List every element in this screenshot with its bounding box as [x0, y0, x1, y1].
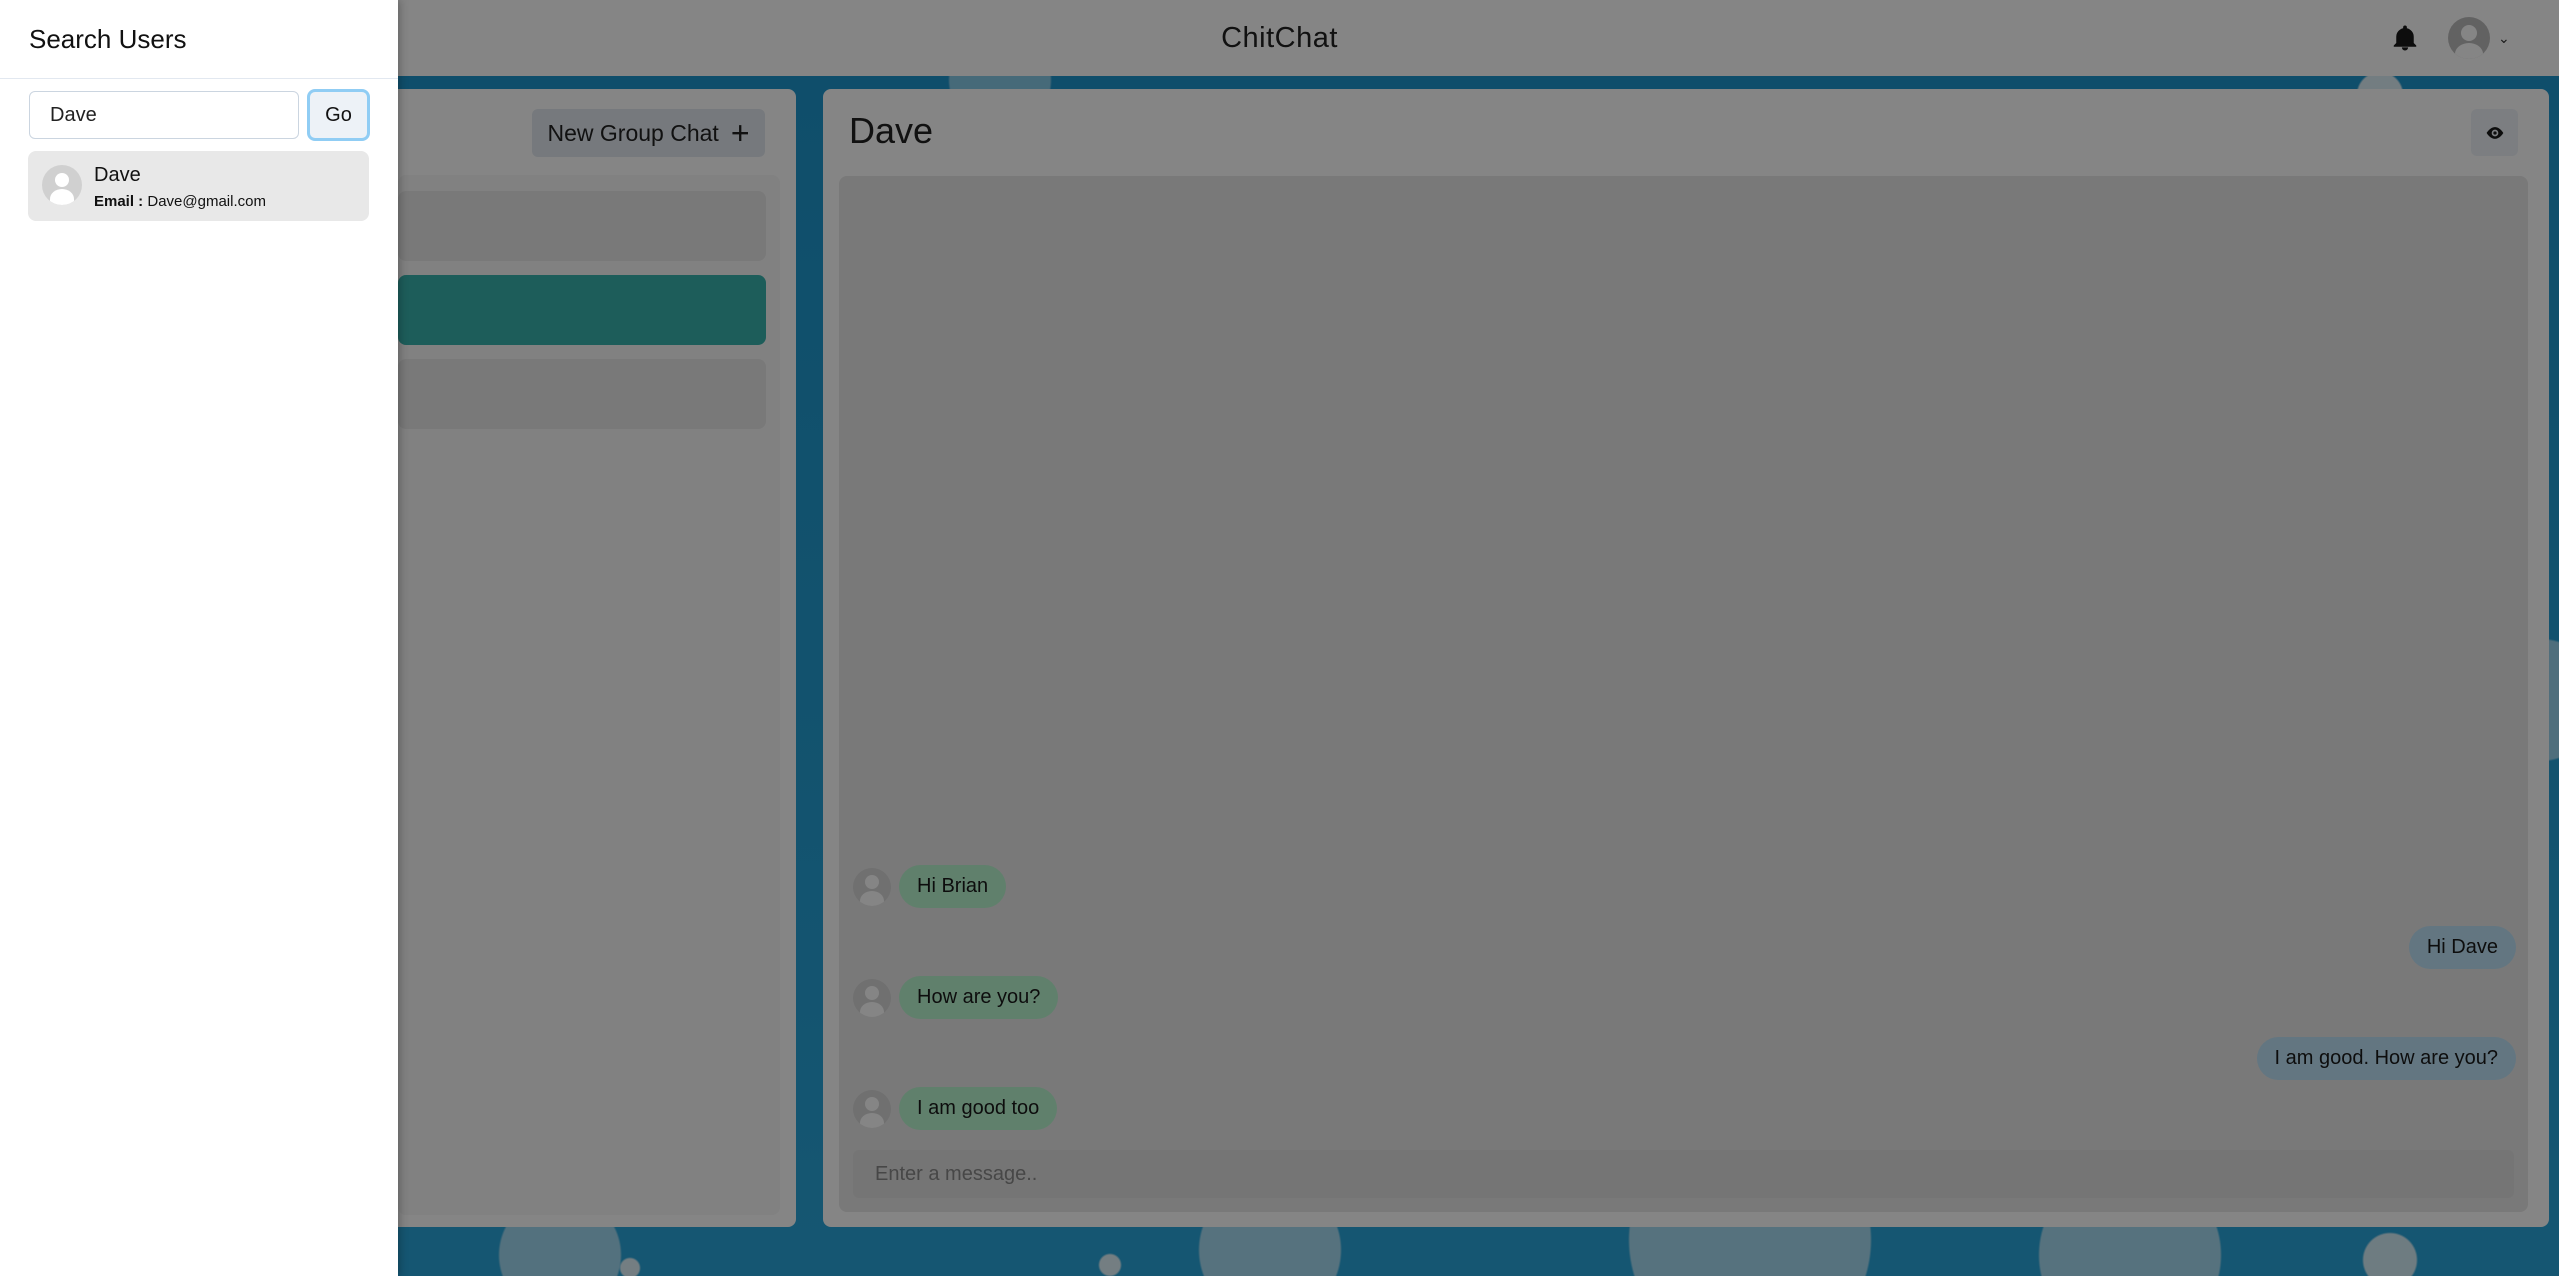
divider — [0, 78, 398, 79]
email-label: Email : — [94, 193, 144, 210]
email-value: Dave@gmail.com — [147, 193, 266, 210]
drawer-title: Search Users — [29, 24, 187, 54]
result-email: Email : Dave@gmail.com — [94, 193, 266, 210]
search-result-item[interactable]: Dave Email : Dave@gmail.com — [28, 151, 369, 221]
search-input[interactable] — [29, 91, 299, 139]
result-name: Dave — [94, 164, 141, 186]
go-button[interactable]: Go — [307, 89, 370, 141]
avatar-icon — [42, 165, 82, 205]
search-users-drawer: Search Users Go Dave Email : Dave@gmail.… — [0, 0, 398, 1276]
